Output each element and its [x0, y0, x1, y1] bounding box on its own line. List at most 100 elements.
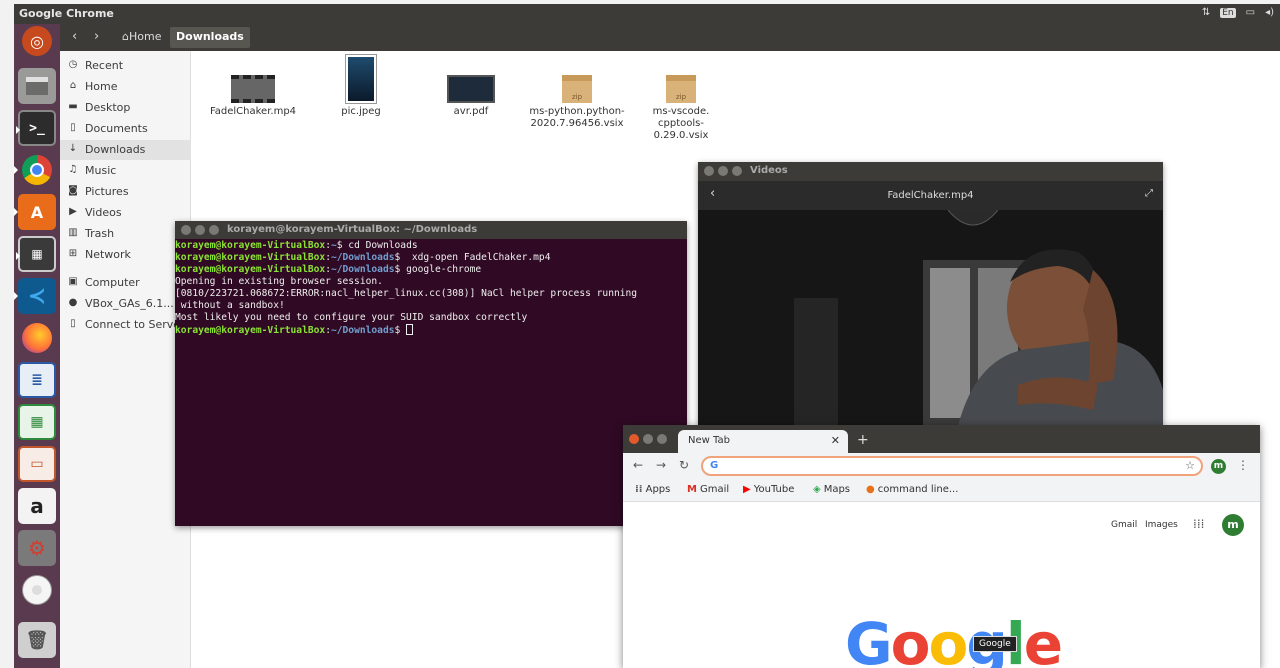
profile-avatar[interactable]: m — [1211, 459, 1226, 474]
firefox-launcher-icon[interactable] — [18, 320, 56, 356]
breadcrumb-home[interactable]: ⌂Home — [116, 27, 167, 48]
computer-icon: ▣ — [68, 276, 78, 287]
window-controls — [181, 225, 219, 235]
apps-grid-icon: ⁞⁞ — [635, 484, 643, 495]
network-icon: ⊞ — [68, 248, 78, 259]
sidebar-item-desktop[interactable]: ▬ Desktop — [60, 98, 191, 118]
sidebar-item-pictures[interactable]: ◙ Pictures — [60, 182, 191, 202]
sidebar-item-home[interactable]: ⌂ Home — [60, 77, 191, 97]
maximize-icon[interactable] — [209, 225, 219, 235]
image-thumbnail — [346, 55, 376, 103]
back-icon[interactable]: ‹ — [72, 29, 77, 44]
close-tab-icon[interactable]: ✕ — [831, 434, 840, 447]
bookmark-command-line[interactable]: ● command line... — [866, 484, 958, 495]
output-line: without a sandbox! — [175, 300, 285, 311]
sidebar-item-label: VBox_GAs_6.1... — [85, 297, 174, 310]
calc-launcher-icon[interactable]: ▦ — [18, 404, 56, 440]
sidebar-item-music[interactable]: ♫ Music — [60, 161, 191, 181]
close-icon[interactable] — [704, 166, 714, 176]
images-link[interactable]: Images — [1145, 520, 1178, 530]
sidebar-item-downloads[interactable]: ↓ Downloads — [60, 140, 191, 160]
breadcrumb-downloads[interactable]: Downloads — [170, 27, 250, 48]
settings-launcher-icon[interactable]: ⚙ — [18, 530, 56, 566]
omnibox[interactable]: G ☆ — [701, 456, 1203, 476]
sidebar-item-label: Recent — [85, 59, 124, 72]
videos-window[interactable]: Videos ‹ FadelChaker.mp4 ⤢ — [698, 162, 1163, 426]
window-controls — [704, 166, 742, 176]
fullscreen-icon[interactable]: ⤢ — [1145, 188, 1153, 199]
sidebar-item-connect-to-server[interactable]: ▯ Connect to Server — [60, 315, 191, 335]
file-item[interactable]: avr.pdf — [421, 75, 521, 118]
network-arrows-icon[interactable]: ⇅ — [1202, 7, 1210, 18]
forward-icon[interactable]: → — [656, 458, 666, 472]
sidebar-item-trash[interactable]: ▥ Trash — [60, 224, 191, 244]
chrome-toolbar: ← → ↻ G ☆ m ⋮ — [623, 453, 1260, 480]
chrome-launcher-icon[interactable] — [14, 152, 56, 188]
new-tab-button[interactable]: + — [857, 432, 869, 448]
files-toolbar: ‹ › ⌂Home Downloads — [60, 24, 1280, 51]
download-icon: ↓ — [68, 143, 78, 154]
disc-launcher-icon[interactable] — [18, 572, 56, 608]
sidebar-item-videos[interactable]: ▶ Videos — [60, 203, 191, 223]
video-filename: FadelChaker.mp4 — [887, 190, 974, 201]
bookmarks-bar: ⁞⁞ Apps M Gmail ▶ YouTube ◈ Maps ● command li… — [623, 480, 1260, 502]
close-icon[interactable] — [181, 225, 191, 235]
bookmark-gmail[interactable]: M Gmail — [687, 484, 729, 495]
file-item[interactable]: pic.jpeg — [311, 55, 411, 118]
keyboard-layout-indicator[interactable]: En — [1220, 7, 1236, 18]
terminal-output[interactable]: korayem@korayem-VirtualBox:~$ cd Downloa… — [175, 239, 687, 337]
sidebar-item-label: Downloads — [85, 143, 146, 156]
sidebar-item-network[interactable]: ⊞ Network — [60, 245, 191, 265]
logo-letter: e — [1023, 610, 1063, 668]
file-item[interactable]: zip ms-vscode. cpptools-0.29.0.vsix — [631, 75, 731, 142]
prompt-path: ~/Downloads — [330, 252, 395, 263]
ubuntu-dash-icon[interactable]: ◎ — [22, 26, 52, 56]
trash-launcher-icon[interactable]: 🗑 — [18, 622, 56, 658]
chrome-window[interactable]: New Tab ✕ + ← → ↻ G ☆ m ⋮ ⁞⁞ Apps M Gmail … — [623, 425, 1260, 668]
terminal-window[interactable]: korayem@korayem-VirtualBox: ~/Downloads … — [175, 221, 687, 526]
tab-new-tab[interactable]: New Tab ✕ — [678, 430, 848, 453]
impress-launcher-icon[interactable]: ▭ — [18, 446, 56, 482]
file-item[interactable]: FadelChaker.mp4 — [203, 75, 303, 118]
files-launcher-icon[interactable] — [18, 68, 56, 104]
forward-icon[interactable]: › — [94, 29, 99, 44]
software-center-icon[interactable]: A — [14, 194, 56, 230]
chrome-menu-icon[interactable]: ⋮ — [1237, 458, 1249, 472]
prompt-user: korayem@korayem-VirtualBox — [175, 325, 326, 336]
minimize-icon[interactable] — [643, 434, 653, 444]
close-icon[interactable] — [629, 434, 639, 444]
writer-launcher-icon[interactable]: ≣ — [18, 362, 56, 398]
youtube-icon: ▶ — [743, 484, 751, 495]
video-editor-launcher-icon[interactable]: ▦ — [16, 236, 56, 272]
gmail-link[interactable]: Gmail — [1111, 520, 1137, 530]
volume-icon[interactable]: ◂) — [1265, 7, 1274, 18]
reload-icon[interactable]: ↻ — [679, 458, 689, 472]
vscode-launcher-icon[interactable]: ≺ — [14, 278, 56, 314]
sidebar-item-computer[interactable]: ▣ Computer — [60, 273, 191, 293]
terminal-launcher-icon[interactable]: >_ — [16, 110, 56, 146]
file-item[interactable]: zip ms-python.python- 2020.7.96456.vsix — [527, 75, 627, 130]
account-avatar[interactable]: m — [1222, 514, 1244, 536]
google-apps-icon[interactable]: ⁞⁞⁞ — [1193, 517, 1204, 531]
amazon-launcher-icon[interactable]: a — [18, 488, 56, 524]
back-icon[interactable]: ← — [633, 458, 643, 472]
sidebar-item-vbox-gas-6-1[interactable]: ● VBox_GAs_6.1... — [60, 294, 191, 314]
bookmark-youtube[interactable]: ▶ YouTube — [743, 484, 794, 495]
sidebar-item-recent[interactable]: ◷ Recent — [60, 56, 191, 76]
maximize-icon[interactable] — [732, 166, 742, 176]
zip-archive-icon: zip — [666, 75, 696, 103]
window-controls — [629, 434, 667, 444]
minimize-icon[interactable] — [195, 225, 205, 235]
bookmark-apps[interactable]: ⁞⁞ Apps — [635, 484, 670, 495]
places-sidebar: ◷ Recent ⌂ Home ▬ Desktop ▯ Documents ↓ Downloads… — [60, 51, 191, 668]
bookmark-star-icon[interactable]: ☆ — [1185, 459, 1195, 472]
google-logo: Google — [845, 610, 1063, 668]
sidebar-item-documents[interactable]: ▯ Documents — [60, 119, 191, 139]
battery-icon[interactable]: ▭ — [1246, 7, 1255, 18]
minimize-icon[interactable] — [718, 166, 728, 176]
bookmark-maps[interactable]: ◈ Maps — [813, 484, 850, 495]
file-name: avr.pdf — [453, 106, 489, 117]
video-frame[interactable] — [698, 210, 1163, 426]
file-name: cpptools-0.29.0.vsix — [653, 118, 709, 141]
maximize-icon[interactable] — [657, 434, 667, 444]
